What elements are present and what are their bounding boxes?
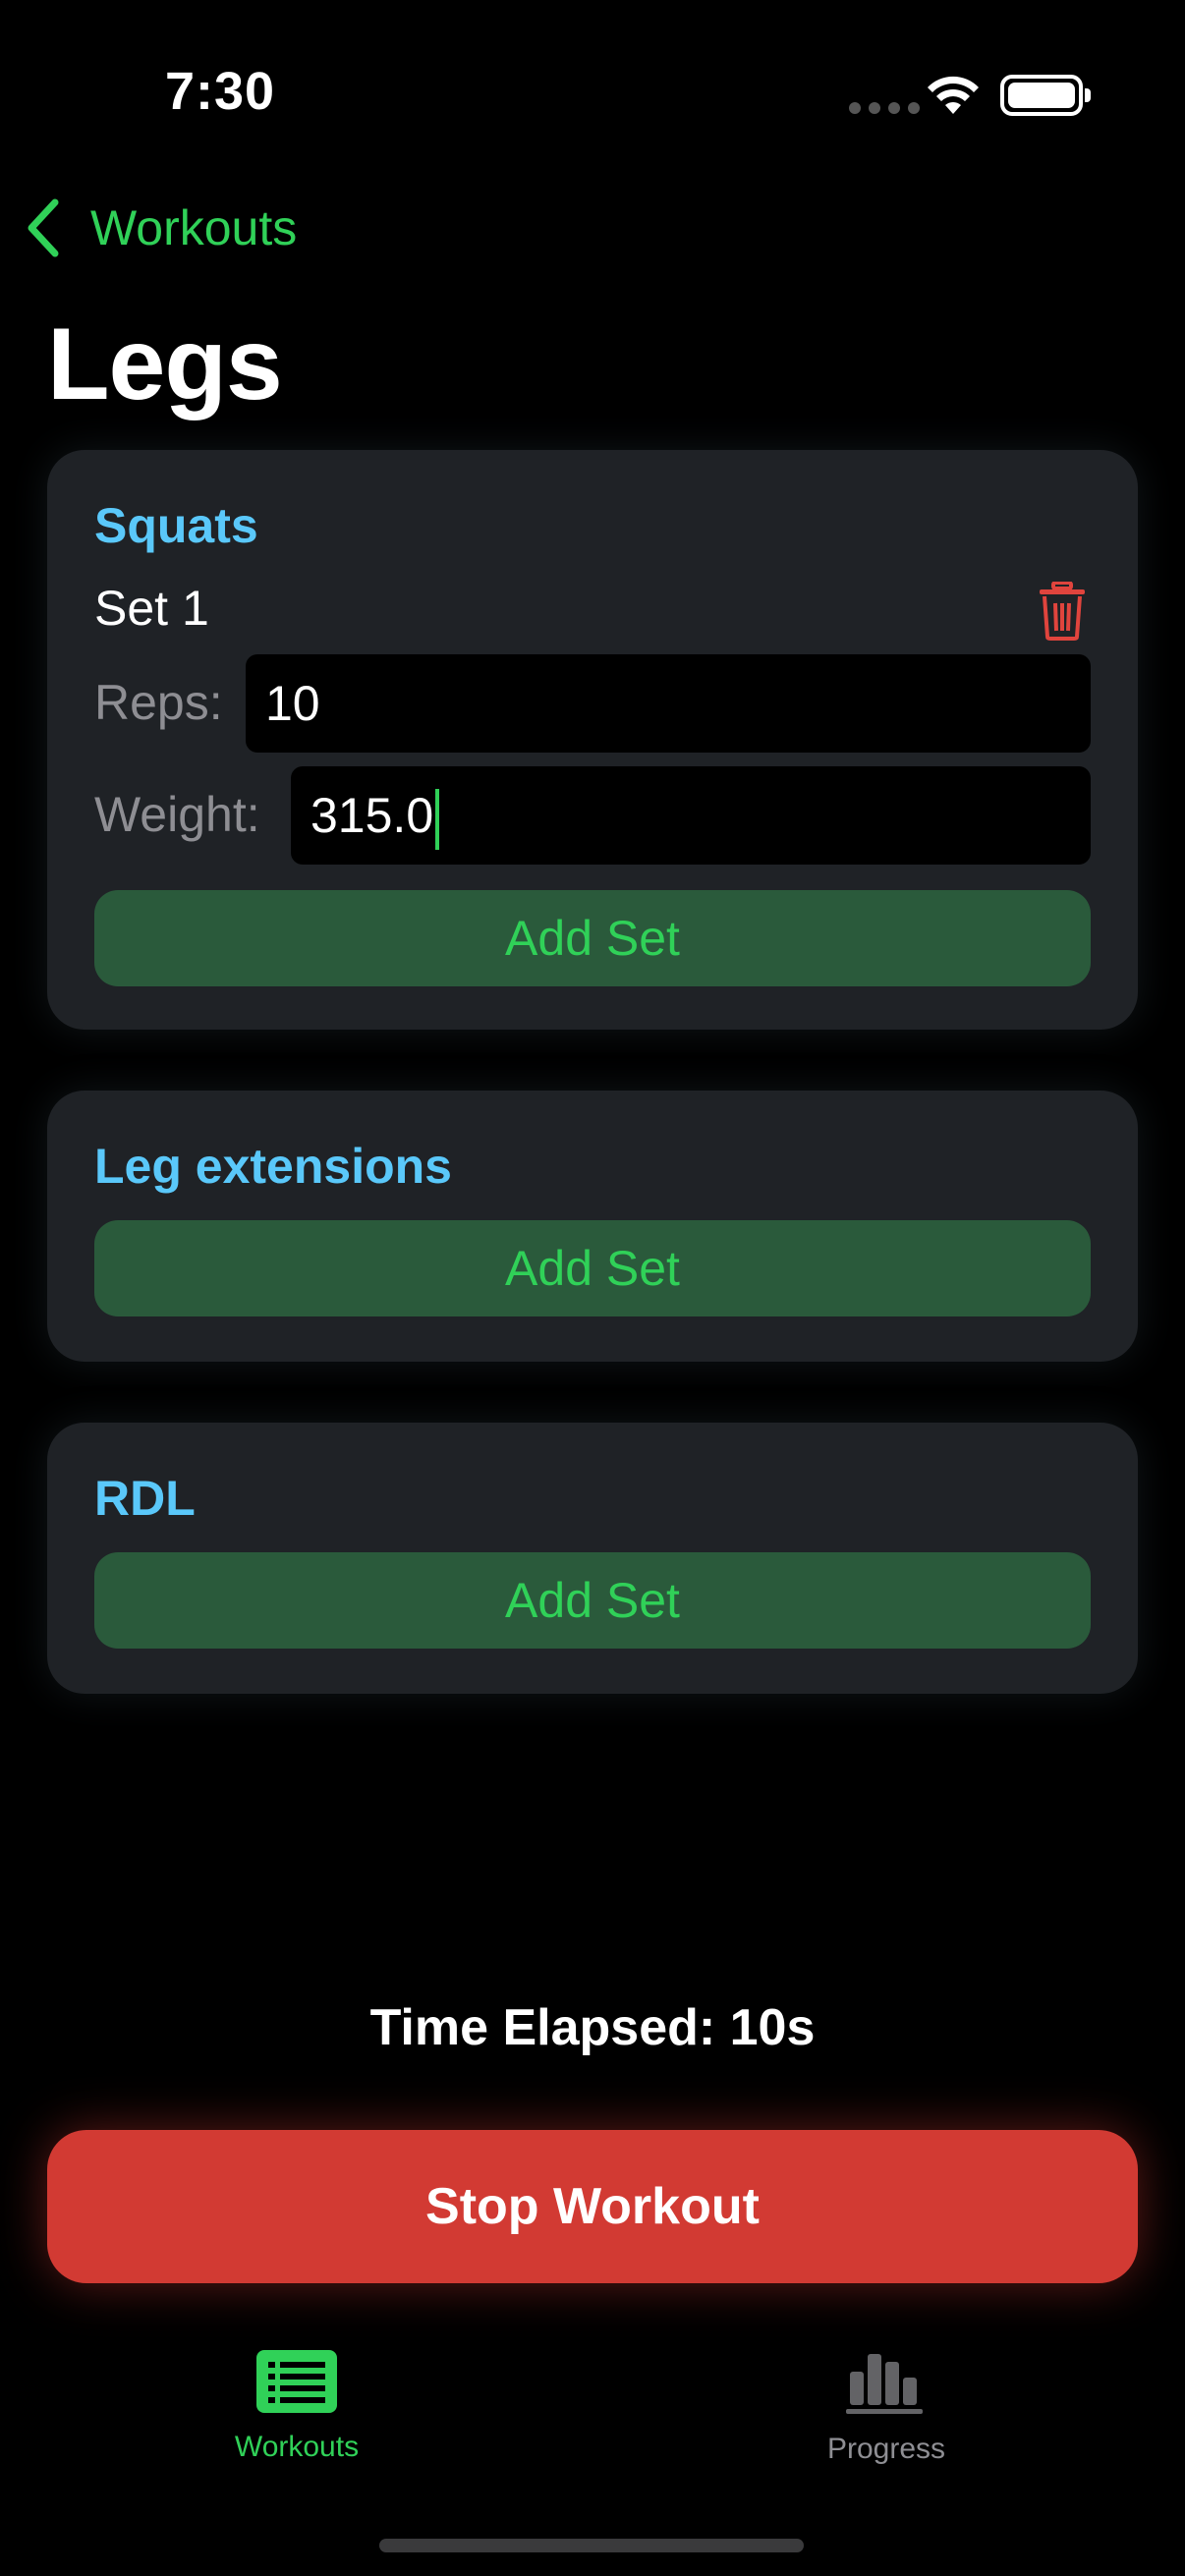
reps-input[interactable]: 10 [246, 654, 1091, 753]
chart-icon [846, 2354, 923, 2414]
exercise-name: Leg extensions [94, 1139, 452, 1194]
reps-label: Reps: [94, 675, 223, 730]
screen: 7:30 Workouts Legs Squats Set 1 Reps: 10… [0, 0, 1185, 2576]
weight-label: Weight: [94, 787, 260, 842]
text-caret [435, 788, 440, 850]
status-time: 7:30 [165, 62, 276, 121]
exercise-card-squats: Squats Set 1 Reps: 10 Weight: 315.0 Add … [47, 450, 1138, 1030]
exercise-card-leg-extensions: Leg extensions Add Set [47, 1091, 1138, 1362]
stop-workout-button[interactable]: Stop Workout [47, 2130, 1138, 2283]
list-icon [256, 2350, 337, 2413]
reps-value: 10 [265, 676, 320, 731]
back-label: Workouts [90, 200, 298, 255]
tab-label: Progress [826, 2433, 946, 2465]
battery-icon [1000, 75, 1091, 116]
cellular-icon [849, 102, 920, 114]
weight-value: 315.0 [310, 788, 434, 843]
wifi-icon [928, 76, 979, 114]
exercise-name: Squats [94, 498, 258, 553]
add-set-button[interactable]: Add Set [94, 890, 1091, 986]
exercise-name: RDL [94, 1471, 196, 1526]
weight-input[interactable]: 315.0 [291, 766, 1091, 865]
set-label: Set 1 [94, 581, 209, 636]
tab-workouts[interactable]: Workouts [149, 2350, 444, 2464]
tab-label: Workouts [234, 2431, 360, 2463]
time-elapsed: Time Elapsed: 10s [369, 1999, 816, 2056]
add-set-button[interactable]: Add Set [94, 1220, 1091, 1316]
home-indicator [379, 2539, 804, 2552]
back-button[interactable]: Workouts [24, 196, 297, 259]
chevron-left-icon [28, 198, 59, 257]
exercise-card-rdl: RDL Add Set [47, 1423, 1138, 1694]
page-title: Legs [47, 308, 283, 421]
tab-progress[interactable]: Progress [739, 2350, 1034, 2466]
trash-icon[interactable] [1036, 582, 1089, 641]
add-set-button[interactable]: Add Set [94, 1552, 1091, 1649]
